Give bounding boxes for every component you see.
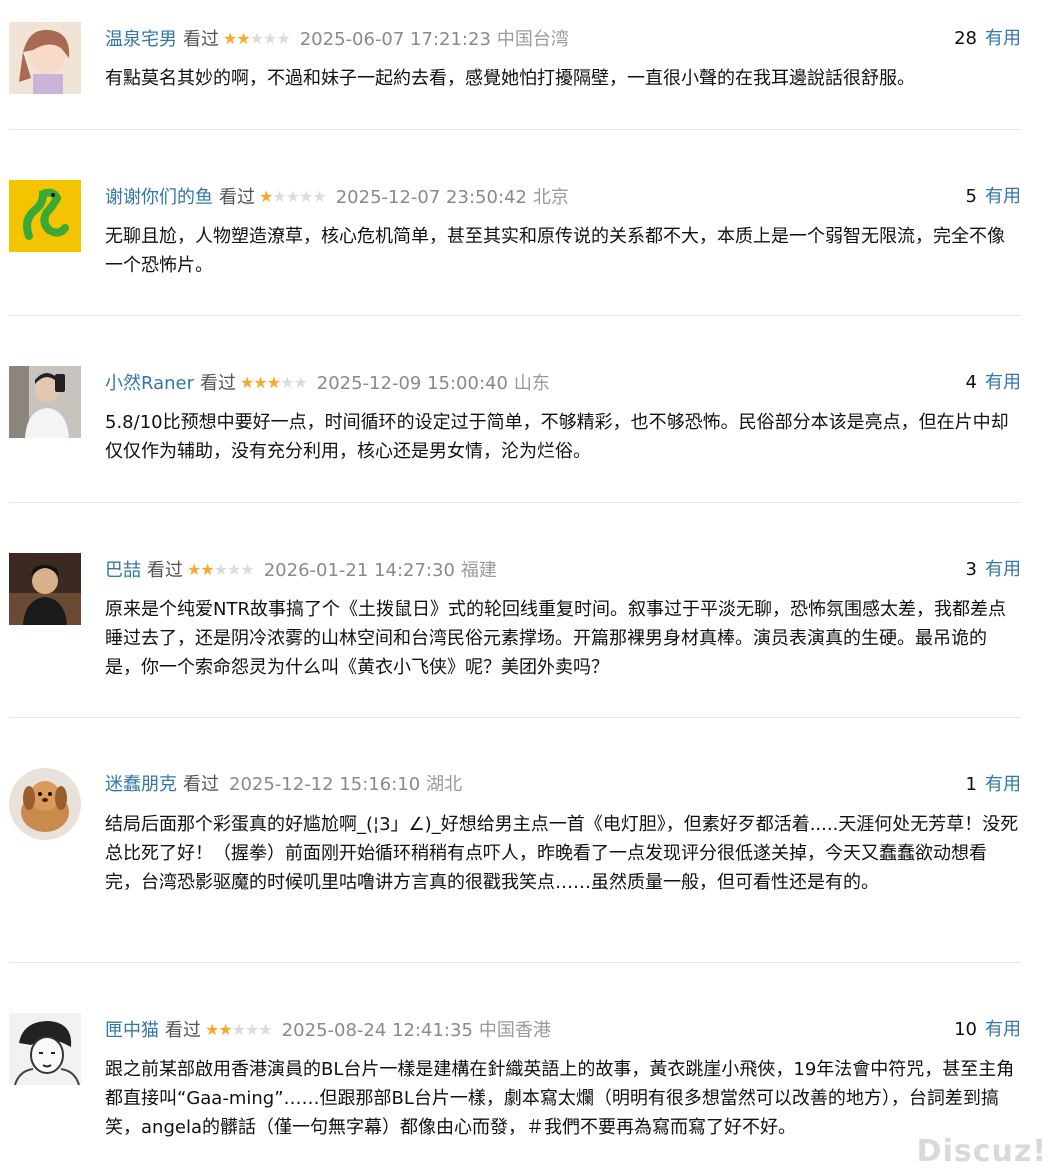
review-time: 2025-12-12 15:16:10 — [229, 774, 421, 795]
star-filled-icon: ★ — [218, 1020, 232, 1039]
review-time: 2025-06-07 17:21:23 — [299, 29, 491, 50]
vote-count: 1 — [965, 774, 977, 795]
watched-label: 看过 — [165, 1020, 201, 1041]
vote-count: 28 — [954, 28, 977, 49]
star-filled-icon: ★ — [200, 560, 214, 579]
rating-stars: ★★★★★ — [240, 366, 308, 400]
star-empty-icon: ★ — [245, 1020, 259, 1039]
vote-count: 5 — [965, 186, 977, 207]
useful-button[interactable]: 有用 — [985, 186, 1021, 207]
review-header: 匣中猫 看过 ★★★★★ 2025-08-24 12:41:35 中国香港 10 有用 — [105, 1013, 1021, 1047]
star-empty-icon: ★ — [280, 373, 294, 392]
review-text: 5.8/10比预想中要好一点，时间循环的设定过于简单，不够精彩，也不够恐怖。民俗… — [105, 412, 1009, 462]
watched-label: 看过 — [183, 774, 219, 795]
username-link[interactable]: 匣中猫 — [105, 1020, 159, 1041]
review-text: 结局后面那个彩蛋真的好尴尬啊_(¦3」∠)_好想给男主点一首《电灯胆》，但素好歹… — [105, 814, 1019, 893]
watched-label: 看过 — [200, 373, 237, 394]
man-portrait-avatar-icon[interactable] — [9, 553, 81, 625]
star-empty-icon: ★ — [293, 373, 307, 392]
star-empty-icon: ★ — [213, 560, 228, 579]
rating-stars: ★★★★★ — [187, 553, 255, 587]
username-link[interactable]: 谢谢你们的鱼 — [105, 187, 213, 208]
review-header: 小然Raner 看过 ★★★★★ 2025-12-09 15:00:40 山东 4 有用 — [105, 366, 1021, 400]
rating-stars: ★★★★★ — [205, 1013, 273, 1047]
review-location: 福建 — [460, 560, 497, 581]
divider — [9, 717, 1021, 718]
rating-stars: ★★★★★ — [223, 22, 291, 56]
username-link[interactable]: 迷蠢朋克 — [105, 774, 177, 795]
star-filled-icon: ★ — [266, 373, 281, 392]
star-empty-icon: ★ — [299, 187, 313, 206]
review-location: 北京 — [532, 187, 569, 208]
review-time: 2026-01-21 14:27:30 — [263, 560, 455, 581]
plush-dog-avatar-icon[interactable] — [9, 768, 81, 840]
review-location: 中国香港 — [478, 1020, 551, 1041]
useful-vote: 28 有用 — [954, 22, 1021, 56]
vote-count: 10 — [954, 1019, 977, 1040]
star-filled-icon: ★ — [240, 373, 254, 392]
star-empty-icon: ★ — [240, 560, 254, 579]
watermark-logo: Discuz! — [916, 1134, 1047, 1169]
review-text: 原来是个纯爱NTR故事搞了个《土拨鼠日》式的轮回线重复时间。叙事过于平淡无聊，恐… — [105, 599, 1006, 678]
watched-label: 看过 — [147, 560, 183, 581]
review-time: 2025-08-24 12:41:35 — [281, 1020, 473, 1041]
review-location: 山东 — [513, 373, 550, 394]
review-location: 湖北 — [426, 774, 463, 795]
vote-count: 4 — [965, 372, 977, 393]
useful-button[interactable]: 有用 — [985, 28, 1021, 49]
rating-stars: ★★★★★ — [259, 180, 327, 214]
star-empty-icon: ★ — [227, 560, 241, 579]
star-empty-icon: ★ — [231, 1020, 246, 1039]
star-empty-icon: ★ — [263, 29, 277, 48]
review-text: 跟之前某部啟用香港演員的BL台片一樣是建構在針織英語上的故事，黃衣跳崖小飛俠，1… — [105, 1059, 1015, 1138]
useful-button[interactable]: 有用 — [985, 372, 1021, 393]
star-filled-icon: ★ — [253, 373, 267, 392]
useful-vote: 10 有用 — [954, 1013, 1021, 1047]
selfie-photo-avatar-icon[interactable] — [9, 366, 81, 438]
review-header: 巴喆 看过 ★★★★★ 2026-01-21 14:27:30 福建 3 有用 — [105, 553, 1021, 587]
star-empty-icon: ★ — [258, 1020, 272, 1039]
useful-vote: 5 有用 — [966, 180, 1021, 214]
divider — [9, 502, 1021, 503]
username-link[interactable]: 小然Raner — [105, 373, 194, 394]
star-filled-icon: ★ — [236, 29, 250, 48]
useful-vote: 1 有用 — [966, 768, 1021, 802]
star-empty-icon: ★ — [276, 29, 290, 48]
review-text: 无聊且尬，人物塑造潦草，核心危机简单，甚至其实和原传说的关系都不大，本质上是一个… — [105, 226, 1005, 276]
star-empty-icon: ★ — [285, 187, 300, 206]
divider — [9, 962, 1021, 963]
review-location: 中国台湾 — [496, 29, 569, 50]
green-lizard-avatar-icon[interactable] — [9, 180, 81, 252]
anime-girl-avatar-icon[interactable] — [9, 22, 81, 94]
useful-button[interactable]: 有用 — [985, 1019, 1021, 1040]
vote-count: 3 — [965, 559, 977, 580]
username-link[interactable]: 巴喆 — [105, 560, 141, 581]
manga-sketch-avatar-icon[interactable] — [9, 1013, 81, 1085]
watched-label: 看过 — [183, 29, 219, 50]
star-empty-icon: ★ — [272, 187, 286, 206]
useful-button[interactable]: 有用 — [985, 774, 1021, 795]
watched-label: 看过 — [219, 187, 255, 208]
useful-vote: 4 有用 — [966, 366, 1021, 400]
review-time: 2025-12-09 15:00:40 — [316, 373, 508, 394]
star-filled-icon: ★ — [259, 187, 273, 206]
star-empty-icon: ★ — [312, 187, 326, 206]
review-header: 温泉宅男 看过 ★★★★★ 2025-06-07 17:21:23 中国台湾 28 有用 — [105, 22, 1021, 56]
useful-vote: 3 有用 — [966, 553, 1021, 587]
star-filled-icon: ★ — [187, 560, 201, 579]
divider — [9, 129, 1021, 130]
review-header: 谢谢你们的鱼 看过 ★★★★★ 2025-12-07 23:50:42 北京 5 有用 — [105, 180, 1021, 214]
star-filled-icon: ★ — [223, 29, 237, 48]
divider — [9, 315, 1021, 316]
username-link[interactable]: 温泉宅男 — [105, 29, 177, 50]
review-text: 有點莫名其妙的啊，不過和妹子一起約去看，感覺她怕打擾隔壁，一直很小聲的在我耳邊說… — [105, 68, 915, 89]
star-filled-icon: ★ — [205, 1020, 219, 1039]
review-time: 2025-12-07 23:50:42 — [335, 187, 527, 208]
useful-button[interactable]: 有用 — [985, 559, 1021, 580]
star-empty-icon: ★ — [249, 29, 264, 48]
review-header: 迷蠢朋克 看过 2025-12-12 15:16:10 湖北 1 有用 — [105, 768, 1021, 802]
